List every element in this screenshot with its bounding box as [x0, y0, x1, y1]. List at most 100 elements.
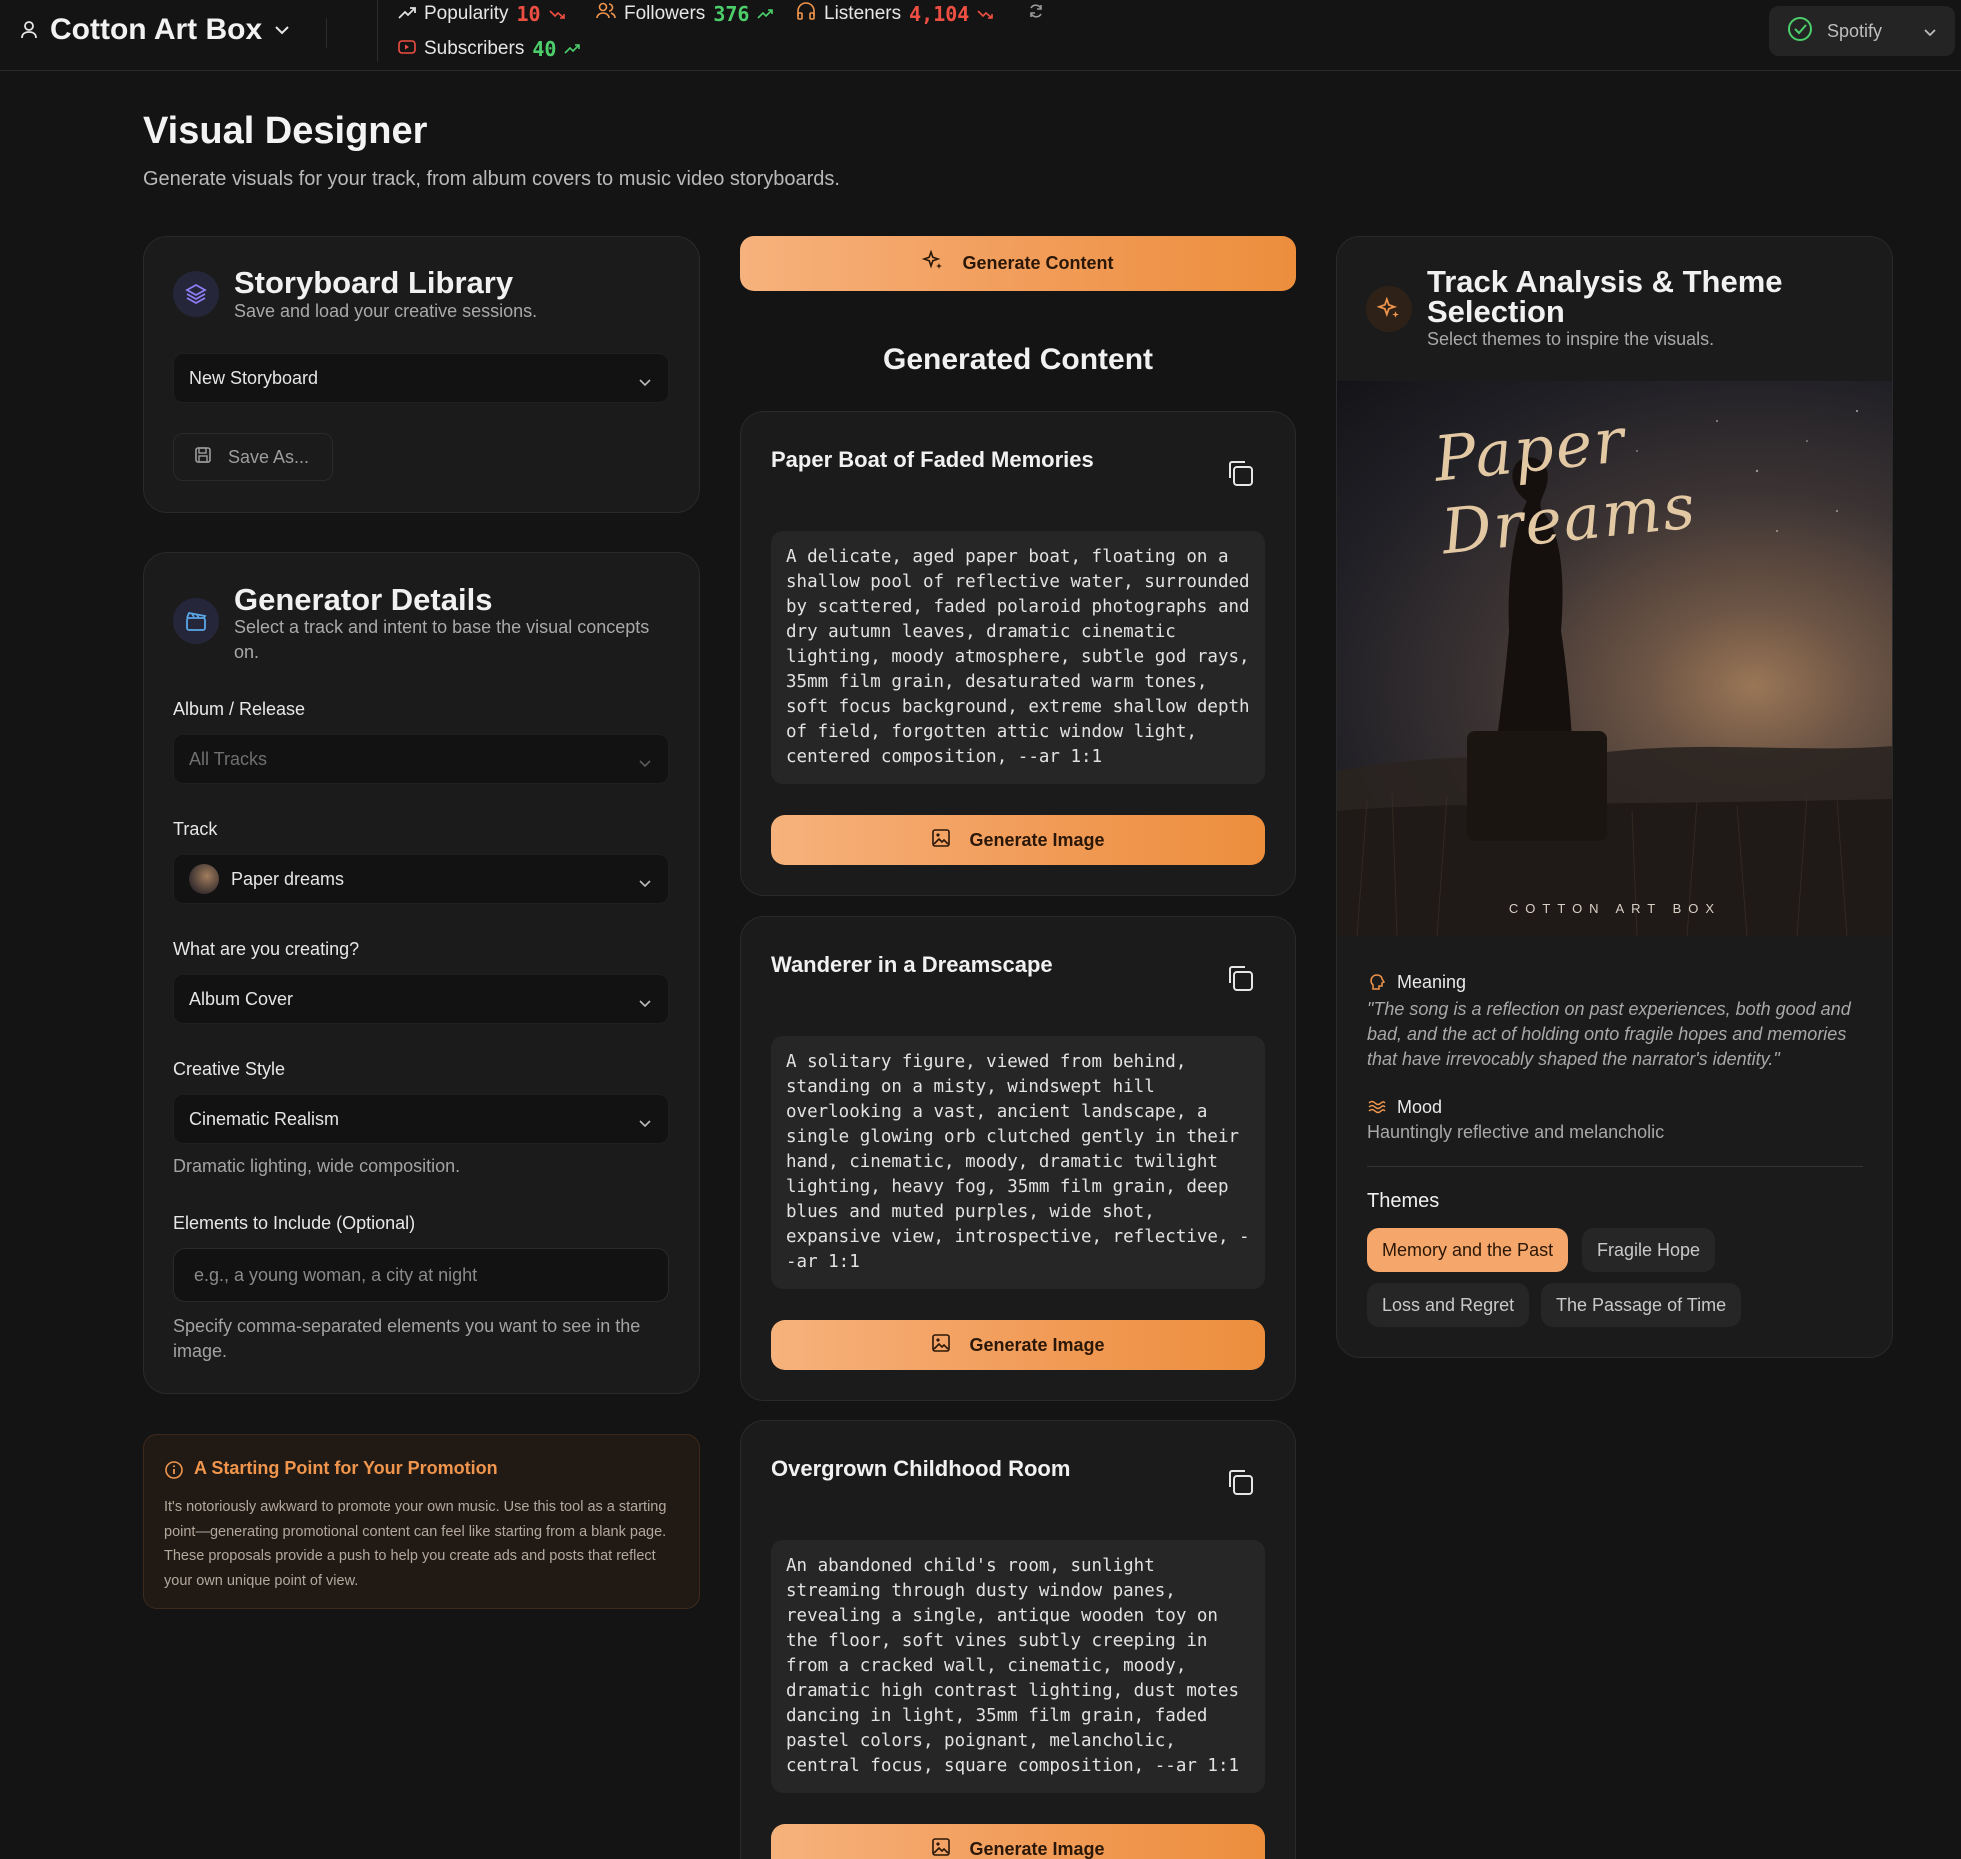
content-title: Paper Boat of Faded Memories [771, 447, 1094, 472]
track-select[interactable]: Paper dreams [173, 854, 669, 904]
card-subtitle: Select themes to inspire the visuals. [1427, 329, 1715, 349]
theme-chip[interactable]: Loss and Regret [1367, 1283, 1530, 1327]
generate-image-label: Generate Image [969, 829, 1105, 850]
card-subtitle: Select a track and intent to base the vi… [234, 617, 650, 662]
copy-icon[interactable] [1225, 963, 1255, 998]
chevron-down-icon [638, 992, 652, 1013]
content-prompt: An abandoned child's room, sunlight stre… [771, 1540, 1265, 1793]
select-value: Paper dreams [231, 868, 345, 889]
save-as-label: Save As... [228, 446, 310, 467]
trend-up-icon [757, 3, 774, 25]
image-icon [931, 828, 951, 853]
save-as-button[interactable]: Save As... [173, 433, 333, 481]
divider [326, 18, 327, 48]
copy-icon[interactable] [1225, 458, 1255, 493]
content-prompt: A solitary figure, viewed from behind, s… [771, 1036, 1265, 1289]
creating-select[interactable]: Album Cover [173, 974, 669, 1024]
elements-input[interactable]: e.g., a young woman, a city at night [173, 1248, 669, 1302]
select-value: New Storyboard [189, 367, 319, 388]
user-icon [20, 20, 38, 40]
content-card: Paper Boat of Faded Memories A delicate,… [740, 411, 1296, 896]
stat-label: Subscribers [424, 38, 525, 59]
stat-label: Listeners [824, 3, 902, 24]
album-select[interactable]: All Tracks [173, 734, 669, 784]
platform-selector[interactable]: Spotify [1769, 6, 1955, 56]
sparkles-icon [1366, 286, 1412, 332]
select-value: Album Cover [189, 988, 294, 1009]
generate-image-button[interactable]: Generate Image [771, 1320, 1265, 1370]
generate-image-label: Generate Image [969, 1838, 1105, 1859]
refresh-icon [1028, 3, 1044, 25]
select-value: Cinematic Realism [189, 1108, 340, 1129]
divider [377, 0, 378, 62]
track-label: Track [173, 819, 218, 839]
stat-value: 4,104 [909, 2, 970, 26]
content-prompt: A delicate, aged paper boat, floating on… [771, 531, 1265, 784]
theme-chip[interactable]: Fragile Hope [1582, 1228, 1716, 1272]
notice-title: A Starting Point for Your Promotion [194, 1458, 498, 1478]
trend-up-icon [564, 38, 581, 60]
select-value: All Tracks [189, 748, 268, 769]
theme-chip[interactable]: Memory and the Past [1367, 1228, 1569, 1272]
generate-content-button[interactable]: Generate Content [740, 236, 1296, 291]
stat-subscribers: Subscribers 40 [398, 37, 581, 61]
content-title: Overgrown Childhood Room [771, 1456, 1071, 1481]
check-circle-icon [1787, 16, 1813, 47]
headphones-icon [796, 2, 816, 26]
account-name: Cotton Art Box [50, 13, 263, 46]
content-card: Wanderer in a Dreamscape A solitary figu… [740, 916, 1296, 1401]
card-title: Track Analysis & Theme Selection [1427, 264, 1783, 329]
page-subtitle: Generate visuals for your track, from al… [143, 168, 840, 190]
copy-icon[interactable] [1225, 1467, 1255, 1502]
generator-details-card: Generator Details Select a track and int… [143, 552, 700, 1394]
platform-label: Spotify [1827, 20, 1883, 41]
stat-value: 376 [713, 2, 750, 26]
stat-value: 40 [532, 37, 557, 61]
generate-image-button[interactable]: Generate Image [771, 1824, 1265, 1859]
generate-image-label: Generate Image [969, 1334, 1105, 1355]
brain-icon [1367, 972, 1387, 997]
top-bar: Cotton Art Box Popularity 10 Followers 3… [0, 0, 1961, 71]
chevron-down-icon [1923, 21, 1937, 42]
stat-followers: Followers 376 [596, 2, 774, 26]
account-switcher[interactable]: Cotton Art Box [20, 12, 290, 48]
stat-popularity: Popularity 10 [398, 2, 565, 26]
cover-brand: COTTON ART BOX [1508, 901, 1722, 916]
chevron-down-icon [638, 1112, 652, 1133]
track-thumbnail [189, 864, 219, 894]
generated-content-heading: Generated Content [882, 343, 1154, 376]
theme-chip[interactable]: The Passage of Time [1541, 1283, 1742, 1327]
divider [1367, 1166, 1863, 1167]
trend-down-icon [977, 3, 994, 25]
page-title: Visual Designer [143, 110, 428, 152]
generate-content-label: Generate Content [962, 253, 1114, 273]
refresh-button[interactable] [1028, 3, 1044, 25]
generate-image-button[interactable]: Generate Image [771, 815, 1265, 865]
info-icon [164, 1460, 184, 1485]
creating-label: What are you creating? [173, 939, 360, 959]
style-select[interactable]: Cinematic Realism [173, 1094, 669, 1144]
notice-body: It's notoriously awkward to promote your… [164, 1499, 667, 1589]
content-title: Wanderer in a Dreamscape [771, 952, 1053, 977]
chevron-down-icon [638, 752, 652, 773]
save-icon [194, 446, 212, 469]
promotion-notice: A Starting Point for Your Promotion It's… [143, 1434, 700, 1609]
themes-label: Themes [1367, 1190, 1440, 1212]
stat-label: Popularity [424, 3, 509, 24]
chevron-down-icon [274, 25, 290, 35]
image-icon [931, 1333, 951, 1358]
waves-icon [1367, 1097, 1387, 1122]
elements-placeholder: e.g., a young woman, a city at night [194, 1264, 478, 1285]
album-cover-image: Paper Dreams COTTON ART BOX [1337, 381, 1892, 936]
album-label: Album / Release [173, 699, 306, 719]
sparkles-icon [922, 249, 944, 277]
card-title: Generator Details [234, 582, 493, 617]
card-title: Storyboard Library [234, 265, 514, 300]
storyboard-select[interactable]: New Storyboard [173, 353, 669, 403]
trend-down-icon [549, 3, 565, 25]
track-analysis-card: Track Analysis & Theme Selection Select … [1336, 236, 1893, 1358]
card-subtitle: Save and load your creative sessions. [234, 301, 538, 321]
meaning-label: Meaning [1397, 972, 1467, 992]
image-icon [931, 1837, 951, 1859]
meaning-text: "The song is a reflection on past experi… [1367, 999, 1851, 1069]
